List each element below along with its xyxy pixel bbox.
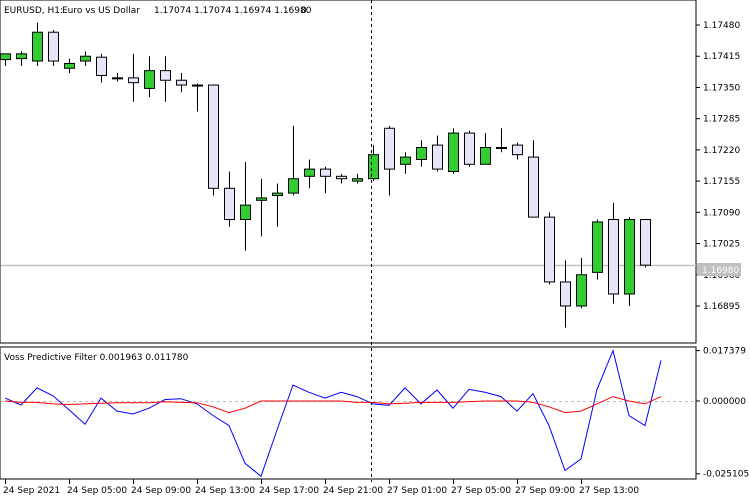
candle-body bbox=[592, 221, 603, 273]
candle-body bbox=[512, 144, 523, 156]
candle-body bbox=[64, 62, 75, 69]
indicator-tick-label: 0.017379 bbox=[703, 347, 746, 357]
time-tick-label: 24 Sep 05:00 bbox=[67, 486, 127, 496]
candle bbox=[48, 29, 59, 66]
candle-body bbox=[480, 146, 491, 165]
time-tick-label: 24 Sep 21:00 bbox=[323, 486, 383, 496]
price-tick-label: 1.17090 bbox=[703, 208, 740, 218]
chart-window: 1.17480 1.17415 1.17350 1.17285 1.17220 1.171… bbox=[0, 0, 750, 500]
candle-body bbox=[48, 31, 59, 62]
candle-body bbox=[160, 70, 171, 81]
chart-header-ohlc: 1.17074 1.17074 1.16974 1.16980 bbox=[154, 6, 312, 16]
candle-body bbox=[272, 192, 283, 197]
time-tick-label: 24 Sep 2021 bbox=[3, 486, 60, 496]
candle bbox=[544, 212, 555, 285]
time-tick-label: 24 Sep 09:00 bbox=[131, 486, 191, 496]
chart-header-symbol: EURUSD, H1: bbox=[4, 6, 63, 16]
candle-body bbox=[400, 156, 411, 165]
candle bbox=[592, 219, 603, 280]
candle-body bbox=[176, 79, 187, 86]
chart-header-description: Euro vs US Dollar bbox=[62, 6, 140, 16]
candle-body bbox=[560, 281, 571, 307]
candle-body bbox=[32, 31, 43, 62]
candle-body bbox=[544, 216, 555, 283]
candle-body bbox=[192, 84, 203, 87]
time-tick-label: 27 Sep 01:00 bbox=[387, 486, 447, 496]
candle-body bbox=[304, 168, 315, 177]
chart-background bbox=[0, 0, 750, 500]
candle-body bbox=[528, 156, 539, 218]
candle-body bbox=[496, 146, 507, 149]
indicator-tick-label: 0.000000 bbox=[703, 397, 746, 407]
time-tick-label: 24 Sep 13:00 bbox=[195, 486, 255, 496]
candle-body bbox=[368, 154, 379, 180]
candle-body bbox=[640, 219, 651, 266]
price-tick-label: 1.17480 bbox=[703, 21, 740, 31]
chart-header-volume: 0 bbox=[301, 6, 307, 16]
time-tick-label: 27 Sep 05:00 bbox=[451, 486, 511, 496]
candle-body bbox=[352, 178, 363, 182]
candle-body bbox=[240, 204, 251, 221]
candle-body bbox=[80, 55, 91, 62]
candle-body bbox=[448, 132, 459, 173]
candle-body bbox=[320, 168, 331, 177]
price-tick-label: 1.17155 bbox=[703, 177, 740, 187]
price-tick-label: 1.17415 bbox=[703, 52, 740, 62]
candle bbox=[464, 130, 475, 167]
indicator-tick-label: -0.025105 bbox=[703, 470, 749, 480]
candle-body bbox=[432, 144, 443, 170]
time-tick-label: 27 Sep 13:00 bbox=[579, 486, 639, 496]
price-tick-label: 1.16895 bbox=[703, 302, 740, 312]
indicator-label: Voss Predictive Filter 0.001963 0.011780 bbox=[4, 353, 189, 363]
candle-body bbox=[144, 70, 155, 89]
candle bbox=[208, 84, 219, 196]
candle-body bbox=[112, 77, 123, 80]
candle-body bbox=[208, 84, 219, 189]
candle-body bbox=[384, 127, 395, 170]
candle bbox=[640, 219, 651, 268]
candle-body bbox=[96, 56, 107, 76]
candle-body bbox=[16, 53, 27, 60]
candle-body bbox=[224, 187, 235, 221]
time-tick-label: 27 Sep 09:00 bbox=[515, 486, 575, 496]
candle-body bbox=[464, 132, 475, 165]
candle-body bbox=[416, 146, 427, 160]
current-price-tag-label: 1.16980 bbox=[702, 266, 739, 276]
candle-body bbox=[128, 77, 139, 84]
price-tick-label: 1.17350 bbox=[703, 83, 740, 93]
candle bbox=[448, 128, 459, 174]
candle-body bbox=[608, 219, 619, 295]
candle-body bbox=[576, 274, 587, 307]
candle-body bbox=[0, 53, 11, 61]
candle-body bbox=[256, 197, 267, 201]
candle bbox=[624, 217, 635, 306]
candle-body bbox=[288, 178, 299, 194]
price-tick-label: 1.17285 bbox=[703, 115, 740, 125]
time-tick-label: 24 Sep 17:00 bbox=[259, 486, 319, 496]
price-tick-label: 1.17220 bbox=[703, 146, 740, 156]
candle-body bbox=[336, 175, 347, 180]
candle-body bbox=[624, 219, 635, 295]
price-tick-label: 1.17025 bbox=[703, 240, 740, 250]
